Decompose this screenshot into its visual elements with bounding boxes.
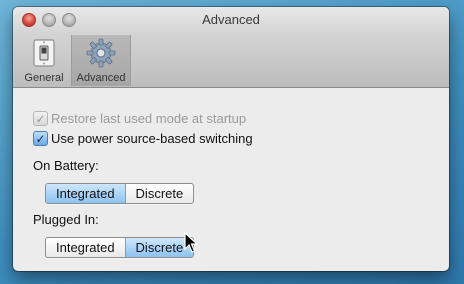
power-switching-checkbox[interactable]: ✓	[33, 131, 48, 146]
title-bar: Advanced General Advanced	[13, 7, 449, 88]
toolbar-advanced-label: Advanced	[76, 72, 126, 84]
toolbar-general-label: General	[24, 72, 64, 84]
plugged-integrated-button[interactable]: Integrated	[46, 238, 125, 257]
plugged-mode-segmented-control[interactable]: Integrated Discrete	[45, 237, 195, 258]
preferences-window: Advanced General Advanced ✓ Restore last…	[13, 7, 449, 271]
restore-mode-label: Restore last used mode at startup	[51, 111, 247, 126]
power-switching-label: Use power source-based switching	[51, 131, 253, 146]
mouse-pointer-icon	[184, 232, 198, 253]
plugged-in-label: Plugged In:	[33, 212, 99, 227]
toolbar-general[interactable]: General	[21, 35, 67, 86]
on-battery-label: On Battery:	[33, 158, 99, 173]
battery-mode-segmented-control[interactable]: Integrated Discrete	[45, 183, 195, 204]
restore-mode-option: ✓ Restore last used mode at startup	[33, 111, 246, 126]
gear-icon	[86, 38, 116, 68]
restore-mode-checkbox: ✓	[33, 111, 48, 126]
preferences-content: ✓ Restore last used mode at startup ✓ Us…	[13, 88, 449, 271]
toolbar-advanced[interactable]: Advanced	[71, 35, 131, 86]
window-title: Advanced	[202, 12, 260, 27]
battery-integrated-button[interactable]: Integrated	[46, 184, 125, 203]
light-switch-icon	[33, 39, 55, 67]
plugged-discrete-button[interactable]: Discrete	[124, 238, 194, 257]
battery-discrete-button[interactable]: Discrete	[124, 184, 194, 203]
power-switching-option[interactable]: ✓ Use power source-based switching	[33, 131, 253, 146]
